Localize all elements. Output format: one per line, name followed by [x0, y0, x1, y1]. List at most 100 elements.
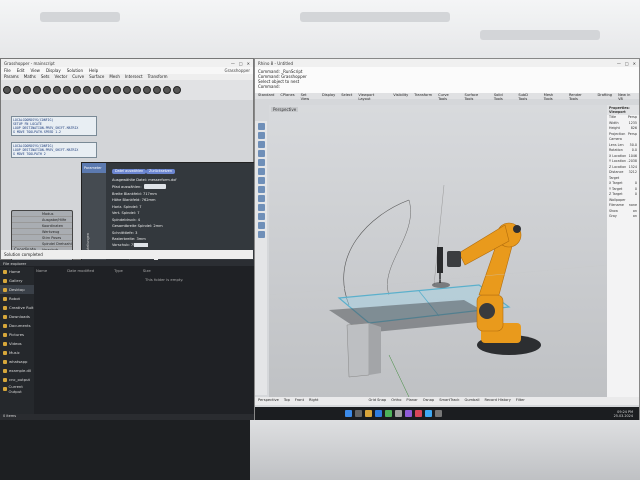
column-type[interactable]: Type: [114, 268, 123, 273]
tab-surface[interactable]: Surface: [89, 74, 104, 80]
tab-set-view[interactable]: Set View: [301, 93, 316, 101]
command-prompt[interactable]: Command:: [258, 84, 636, 89]
viewport-tab[interactable]: Perspective: [258, 398, 279, 404]
viewport-tab[interactable]: Front: [295, 398, 304, 404]
app-icon[interactable]: [425, 410, 432, 417]
tab-select[interactable]: Select: [341, 93, 352, 99]
property-row[interactable]: Gray on: [607, 214, 639, 220]
tab-mesh[interactable]: Mesh: [109, 74, 120, 80]
component-icon[interactable]: [33, 86, 41, 94]
menu-help[interactable]: Help: [89, 68, 98, 73]
tab-curve[interactable]: Curve: [72, 74, 84, 80]
edge-icon[interactable]: [375, 410, 382, 417]
status-toggle[interactable]: Filter: [516, 398, 525, 404]
app-icon[interactable]: [435, 410, 442, 417]
tab-standard[interactable]: Standard: [258, 93, 274, 99]
perspective-viewport[interactable]: Perspective: [269, 105, 607, 397]
menu-view[interactable]: View: [30, 68, 40, 73]
clock[interactable]: 09:24 PM 25.03.2024: [614, 410, 639, 418]
tab-display[interactable]: Display: [322, 93, 335, 99]
surface-tool-icon[interactable]: [257, 159, 265, 166]
component-icon[interactable]: [73, 86, 81, 94]
nav-item[interactable]: example.dll: [0, 366, 34, 375]
tab-curve-tools[interactable]: Curve Tools: [438, 93, 458, 101]
minimize-icon[interactable]: —: [231, 61, 235, 66]
status-toggle[interactable]: Grid Snap: [368, 398, 386, 404]
nav-item[interactable]: Videos: [0, 339, 34, 348]
reset-button[interactable]: Zurücksetzen: [146, 169, 176, 174]
component-icon[interactable]: [173, 86, 181, 94]
analyze-tool-icon[interactable]: [257, 222, 265, 229]
minimize-icon[interactable]: —: [617, 61, 621, 66]
status-toggle[interactable]: Planar: [406, 398, 417, 404]
nav-item[interactable]: Gallery: [0, 276, 34, 285]
close-icon[interactable]: ✕: [633, 61, 636, 66]
component-icon[interactable]: [23, 86, 31, 94]
component-icon[interactable]: [113, 86, 121, 94]
tab-intersect[interactable]: Intersect: [125, 74, 143, 80]
curve-tool-icon[interactable]: [257, 132, 265, 139]
close-icon[interactable]: ✕: [247, 61, 250, 66]
tab-render-tools[interactable]: Render Tools: [569, 93, 592, 101]
spindle-tool[interactable]: [437, 247, 443, 273]
rhino-icon[interactable]: [395, 410, 402, 417]
solid-tool-icon[interactable]: [257, 168, 265, 175]
feed-input[interactable]: [134, 243, 148, 247]
render-tool-icon[interactable]: [257, 231, 265, 238]
nav-item[interactable]: Pictures: [0, 330, 34, 339]
path-input[interactable]: [144, 184, 166, 189]
maximize-icon[interactable]: □: [239, 61, 243, 66]
menu-edit[interactable]: Edit: [17, 68, 25, 73]
transform-tool-icon[interactable]: [257, 186, 265, 193]
component-icon[interactable]: [53, 86, 61, 94]
select-file-button[interactable]: Datei auswählen: [112, 169, 147, 174]
component-icon[interactable]: [43, 86, 51, 94]
nav-item[interactable]: Desktop: [0, 285, 34, 294]
tab-solid-tools[interactable]: Solid Tools: [494, 93, 513, 101]
component-icon[interactable]: [163, 86, 171, 94]
grasshopper-canvas[interactable]: LOCALCOORDSYS(CONFIG) SETUP FN LOCATE LO…: [1, 100, 255, 290]
tab-mesh-tools[interactable]: Mesh Tools: [544, 93, 563, 101]
tab-transform[interactable]: Transform: [148, 74, 168, 80]
robot-wrist[interactable]: [447, 251, 461, 267]
menu-file[interactable]: File: [4, 68, 11, 73]
component-icon[interactable]: [123, 86, 131, 94]
dialog-tab-parameter[interactable]: Parameter: [82, 163, 106, 173]
command-history[interactable]: Command: _RunScript Command: Grasshopper…: [255, 67, 639, 93]
viewport-label[interactable]: Perspective: [271, 107, 299, 112]
component-icon[interactable]: [133, 86, 141, 94]
component-icon[interactable]: [3, 86, 11, 94]
text-tool-icon[interactable]: [257, 213, 265, 220]
point-tool-icon[interactable]: [257, 123, 265, 130]
column-date[interactable]: Date modified: [67, 268, 94, 273]
search-icon[interactable]: [355, 410, 362, 417]
tab-transform[interactable]: Transform: [414, 93, 432, 99]
tab-subd-tools[interactable]: SubD Tools: [518, 93, 537, 101]
component-icon[interactable]: [63, 86, 71, 94]
file-explorer-icon[interactable]: [365, 410, 372, 417]
component-icon[interactable]: [103, 86, 111, 94]
component-icon[interactable]: [13, 86, 21, 94]
viewport-tab[interactable]: Top: [284, 398, 290, 404]
tab-params[interactable]: Params: [4, 74, 19, 80]
dimension-tool-icon[interactable]: [257, 204, 265, 211]
status-toggle[interactable]: Osnap: [423, 398, 434, 404]
circle-tool-icon[interactable]: [257, 141, 265, 148]
tab-cplanes[interactable]: CPlanes: [280, 93, 294, 99]
component-icon[interactable]: [93, 86, 101, 94]
status-toggle[interactable]: SmartTrack: [439, 398, 459, 404]
nav-item[interactable]: Home: [0, 267, 34, 276]
menu-solution[interactable]: Solution: [67, 68, 83, 73]
grasshopper-icon[interactable]: [385, 410, 392, 417]
code-panel[interactable]: LOCALCOORDSYS(CONFIG) LOOP DESTINATION.P…: [11, 142, 97, 158]
tab-visibility[interactable]: Visibility: [393, 93, 408, 99]
status-toggle[interactable]: Ortho: [391, 398, 401, 404]
tab-new-in-v8[interactable]: New in V8: [618, 93, 636, 101]
component-icon[interactable]: [143, 86, 151, 94]
tab-maths[interactable]: Maths: [24, 74, 36, 80]
column-size[interactable]: Size: [143, 268, 151, 273]
status-toggle[interactable]: Gumball: [464, 398, 479, 404]
tab-drafting[interactable]: Drafting: [597, 93, 612, 99]
nav-item[interactable]: whatsapp: [0, 357, 34, 366]
column-name[interactable]: Name: [36, 268, 47, 273]
